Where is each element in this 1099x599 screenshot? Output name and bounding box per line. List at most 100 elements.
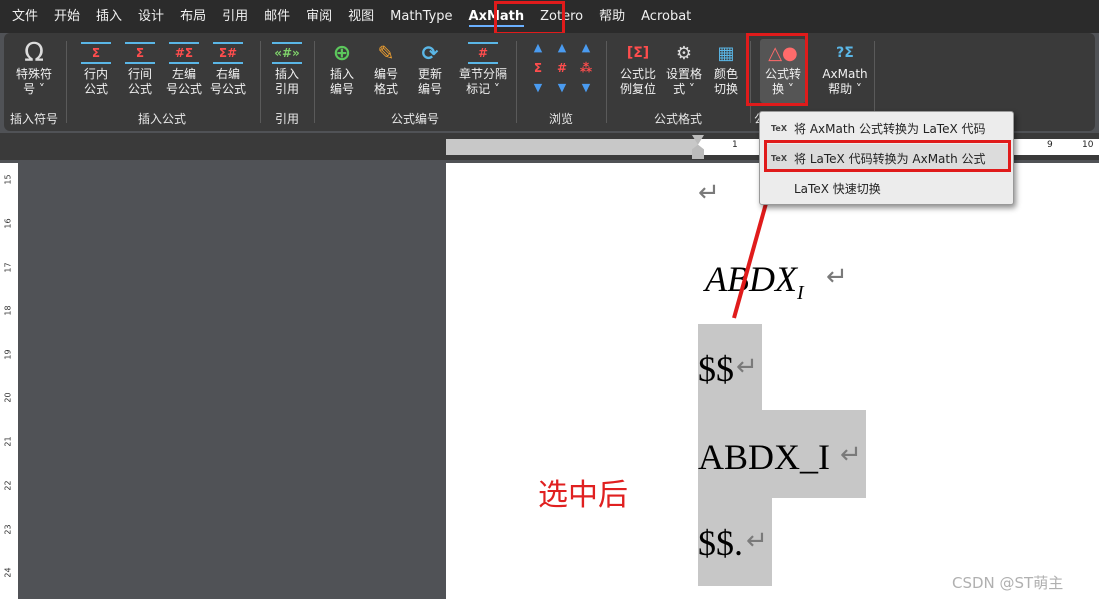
latex-quick-switch-label: LaTeX 快速切换 bbox=[794, 181, 881, 196]
number-format-button[interactable]: ✎ 编号 格式 bbox=[364, 39, 408, 103]
group-label-format: 公式格式 bbox=[653, 112, 702, 126]
menu-view[interactable]: 视图 bbox=[340, 0, 382, 33]
convert-to-latex-label: 将 AxMath 公式转换为 LaTeX 代码 bbox=[794, 121, 986, 136]
set-format-button[interactable]: ⚙ 设置格 式 ˅ bbox=[660, 39, 708, 103]
group-insert-formula: Σ 行内 公式 Σ 行间 公式 #Σ 左编 号公式 Σ# 右编 号公式 插入公式 bbox=[68, 37, 256, 129]
latex-line-body[interactable]: ABDX_I bbox=[698, 436, 830, 478]
chapter-separator-label: 章节分隔 标记 ˅ bbox=[458, 67, 507, 96]
group-insert-symbol: Ω 特殊符 号 ˅ 插入符号 bbox=[4, 37, 64, 129]
vruler-number: 22 bbox=[3, 480, 13, 491]
cite-icon: «#» bbox=[272, 42, 302, 64]
right-numbered-label: 右编 号公式 bbox=[209, 67, 246, 96]
color-switch-label: 颜色 切换 bbox=[713, 67, 738, 96]
omega-icon: Ω bbox=[24, 38, 44, 68]
menu-review[interactable]: 审阅 bbox=[298, 0, 340, 33]
group-cite: «#» 插入 引用 引用 bbox=[262, 37, 312, 129]
ratio-reset-button[interactable]: [Σ] 公式比 例复位 bbox=[614, 39, 662, 103]
vruler-number: 21 bbox=[3, 436, 13, 447]
chapter-separator-button[interactable]: # 章节分隔 标记 ˅ bbox=[456, 39, 510, 103]
help-sigma-icon: ?Σ bbox=[836, 45, 854, 61]
left-numbered-formula-button[interactable]: #Σ 左编 号公式 bbox=[162, 39, 206, 103]
axmath-help-button[interactable]: ?Σ AxMath 帮助 ˅ bbox=[820, 39, 870, 103]
axmath-help-label: AxMath 帮助 ˅ bbox=[822, 67, 868, 96]
refresh-icon: ⟳ bbox=[421, 41, 439, 65]
paragraph-mark: ↵ bbox=[840, 440, 862, 470]
axmath-tab-highlight bbox=[494, 1, 565, 35]
menu-file[interactable]: 文件 bbox=[4, 0, 46, 33]
watermark: CSDN @ST萌主 bbox=[952, 574, 1064, 592]
grid-hash-icon: ⁂ bbox=[579, 61, 593, 75]
group-label-insert-formula: 插入公式 bbox=[137, 112, 186, 126]
paragraph-mark: ↵ bbox=[736, 352, 758, 382]
sigma-icon: Σ bbox=[533, 61, 543, 75]
menu-mathtype[interactable]: MathType bbox=[382, 0, 460, 33]
group-browse: ▲ ▲ ▲ Σ # ⁂ ▼ ▼ ▼ 浏览 bbox=[518, 37, 604, 129]
menu-layout[interactable]: 布局 bbox=[172, 0, 214, 33]
menu-acrobat[interactable]: Acrobat bbox=[633, 0, 699, 33]
update-number-button[interactable]: ⟳ 更新 编号 bbox=[408, 39, 452, 103]
convert-to-latex-item[interactable]: TeX 将 AxMath 公式转换为 LaTeX 代码 bbox=[764, 114, 1011, 142]
ruler-number: 9 bbox=[1047, 140, 1053, 150]
group-numbering: ⊕ 插入 编号 ✎ 编号 格式 ⟳ 更新 编号 # 章节分隔 标记 ˅ 公式编号 bbox=[316, 37, 514, 129]
vertical-ruler: 15 16 17 18 19 20 21 22 23 24 bbox=[0, 163, 18, 599]
sigma-hash-icon: Σ# bbox=[213, 42, 243, 64]
menu-design[interactable]: 设计 bbox=[130, 0, 172, 33]
group-label-browse: 浏览 bbox=[548, 112, 573, 126]
vruler-number: 24 bbox=[3, 567, 13, 578]
color-grid-icon: ▦ bbox=[717, 42, 735, 64]
group-format: [Σ] 公式比 例复位 ⚙ 设置格 式 ˅ ▦ 颜色 切换 公式格式 bbox=[608, 37, 748, 129]
insert-cite-button[interactable]: «#» 插入 引用 bbox=[265, 39, 309, 103]
sigma-icon: Σ bbox=[125, 42, 155, 64]
paragraph-mark: ↵ bbox=[826, 262, 848, 292]
special-char-button[interactable]: Ω 特殊符 号 ˅ bbox=[12, 38, 56, 103]
paragraph-mark: ↵ bbox=[698, 178, 720, 208]
display-formula-label: 行间 公式 bbox=[127, 67, 152, 96]
prev-up-icon[interactable]: ▲ bbox=[526, 41, 550, 61]
vruler-number: 17 bbox=[3, 262, 13, 273]
menu-references[interactable]: 引用 bbox=[214, 0, 256, 33]
latex-line-open[interactable]: $$ bbox=[698, 348, 734, 390]
ruler-number: 10 bbox=[1082, 140, 1094, 150]
insert-cite-label: 插入 引用 bbox=[274, 67, 299, 96]
display-formula-button[interactable]: Σ 行间 公式 bbox=[118, 39, 162, 103]
vruler-number: 23 bbox=[3, 524, 13, 535]
prev-up-icon[interactable]: ▲ bbox=[574, 41, 598, 61]
color-switch-button[interactable]: ▦ 颜色 切换 bbox=[704, 39, 748, 103]
special-char-label: 特殊符 号 ˅ bbox=[15, 67, 52, 96]
vruler-number: 16 bbox=[3, 218, 13, 229]
menu-help[interactable]: 帮助 bbox=[591, 0, 633, 33]
gear-icon: ⚙ bbox=[675, 42, 693, 64]
group-label-cite: 引用 bbox=[274, 112, 299, 126]
prev-up-icon[interactable]: ▲ bbox=[550, 41, 574, 61]
wrench-icon: ✎ bbox=[377, 41, 395, 65]
group-label-insert-symbol: 插入符号 bbox=[9, 112, 58, 126]
group-label-numbering: 公式编号 bbox=[390, 112, 439, 126]
paragraph-mark: ↵ bbox=[746, 526, 768, 556]
next-down-icon[interactable]: ▼ bbox=[550, 81, 574, 101]
sigma-hash-icon: #Σ bbox=[169, 42, 199, 64]
insert-number-button[interactable]: ⊕ 插入 编号 bbox=[320, 39, 364, 103]
chapter-mark-icon: # bbox=[468, 42, 498, 64]
inline-formula-button[interactable]: Σ 行内 公式 bbox=[74, 39, 118, 103]
set-format-label: 设置格 式 ˅ bbox=[665, 67, 702, 96]
ratio-reset-icon: [Σ] bbox=[626, 45, 650, 61]
menu-mailings[interactable]: 邮件 bbox=[256, 0, 298, 33]
number-format-label: 编号 格式 bbox=[373, 67, 398, 96]
update-number-label: 更新 编号 bbox=[417, 67, 442, 96]
next-down-icon[interactable]: ▼ bbox=[574, 81, 598, 101]
menu-home[interactable]: 开始 bbox=[46, 0, 88, 33]
hash-icon: # bbox=[556, 61, 568, 75]
latex-line-close[interactable]: $$. bbox=[698, 522, 743, 564]
sigma-icon: Σ bbox=[81, 42, 111, 64]
insert-number-label: 插入 编号 bbox=[329, 67, 354, 96]
menu-insert[interactable]: 插入 bbox=[88, 0, 130, 33]
convert-button-highlight bbox=[746, 33, 808, 106]
next-down-icon[interactable]: ▼ bbox=[526, 81, 550, 101]
vruler-number: 18 bbox=[3, 305, 13, 316]
ratio-reset-label: 公式比 例复位 bbox=[619, 67, 656, 96]
vruler-number: 15 bbox=[3, 174, 13, 185]
vruler-number: 19 bbox=[3, 349, 13, 360]
latex-quick-switch-item[interactable]: LaTeX 快速切换 bbox=[764, 174, 1011, 202]
inline-formula-label: 行内 公式 bbox=[83, 67, 108, 96]
right-numbered-formula-button[interactable]: Σ# 右编 号公式 bbox=[206, 39, 250, 103]
